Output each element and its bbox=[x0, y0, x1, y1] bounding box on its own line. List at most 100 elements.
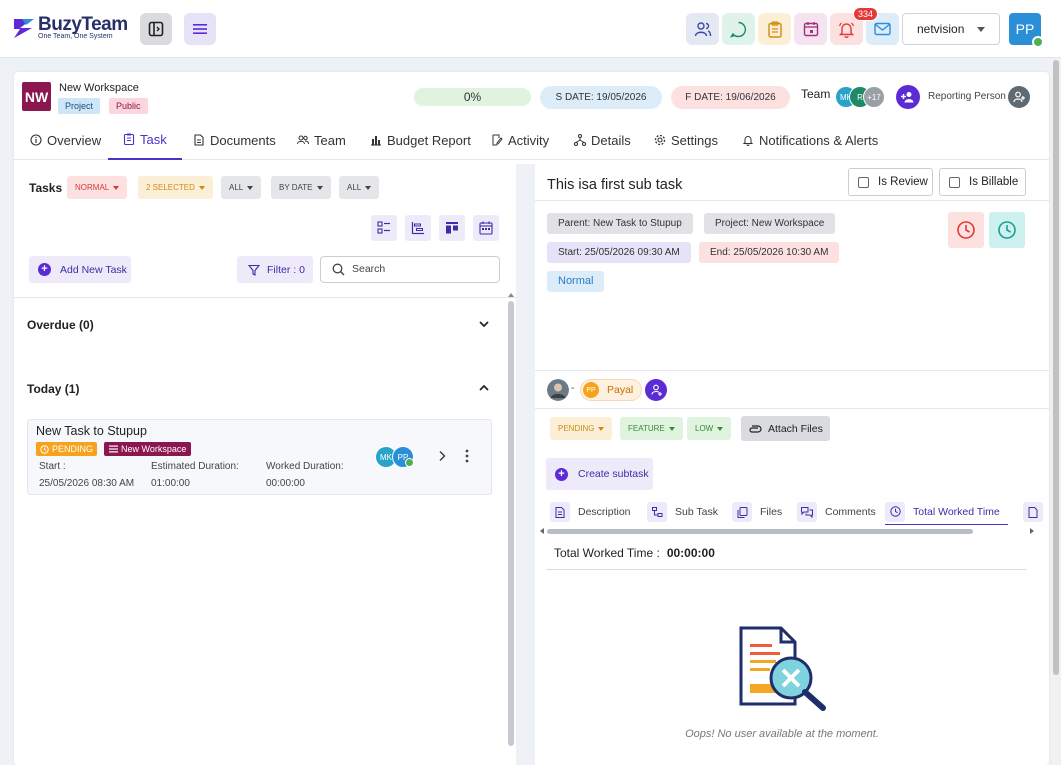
calendar-button[interactable] bbox=[794, 13, 827, 45]
total-worked-time-row: Total Worked Time : 00:00:00 bbox=[554, 546, 715, 560]
assignee-filter[interactable]: ALL bbox=[339, 176, 380, 199]
task-status-badge: PENDING bbox=[36, 442, 98, 456]
organization-select-value: netvision bbox=[917, 22, 965, 36]
is-review-checkbox[interactable]: Is Review bbox=[848, 168, 933, 196]
task-list-scrollbar[interactable] bbox=[508, 301, 514, 746]
sort-filter[interactable]: BY DATE bbox=[271, 176, 331, 199]
start-date-pill: S DATE: 19/05/2026 bbox=[540, 86, 662, 109]
sidebar-panel-icon bbox=[148, 21, 164, 37]
status-filter[interactable]: 2 SELECTED bbox=[138, 176, 213, 199]
tab-label: Settings bbox=[671, 132, 718, 148]
tab-files[interactable]: Files bbox=[732, 499, 782, 525]
pane-divider[interactable] bbox=[516, 164, 535, 765]
type-dropdown[interactable]: FEATURE bbox=[620, 417, 683, 440]
clock-icon bbox=[40, 444, 49, 454]
reporting-person-label: Reporting Person bbox=[928, 91, 1006, 102]
caret-down-icon bbox=[316, 185, 323, 190]
scroll-left-icon[interactable] bbox=[539, 528, 545, 534]
gantt-view-button[interactable] bbox=[405, 215, 431, 241]
priority-filter[interactable]: NORMAL bbox=[67, 176, 128, 199]
add-team-member-button[interactable] bbox=[896, 85, 920, 109]
page-scrollbar-thumb[interactable] bbox=[1053, 60, 1059, 675]
end-datetime-pill: End: 25/05/2026 10:30 AM bbox=[699, 242, 840, 263]
status-dropdown[interactable]: PENDING bbox=[550, 417, 613, 440]
tab-activity[interactable]: Activity bbox=[491, 120, 549, 160]
create-subtask-button[interactable]: + Create subtask bbox=[546, 458, 653, 490]
scroll-right-icon[interactable] bbox=[1029, 528, 1035, 534]
log-time-button[interactable] bbox=[989, 212, 1025, 248]
brand-mark-icon bbox=[14, 19, 34, 38]
type-filter[interactable]: ALL bbox=[221, 176, 262, 199]
filter-label: ALL bbox=[229, 183, 244, 192]
assignee-name: Payal bbox=[607, 384, 634, 396]
user-add-icon bbox=[1013, 91, 1025, 103]
document-icon bbox=[555, 506, 565, 518]
caret-down-icon bbox=[365, 185, 372, 190]
scroll-up-icon[interactable] bbox=[508, 292, 514, 298]
empty-state-message: Oops! No user available at the moment. bbox=[685, 728, 879, 740]
chat-button[interactable] bbox=[722, 13, 755, 45]
project-pill[interactable]: Project: New Workspace bbox=[704, 213, 836, 234]
overdue-section-header[interactable]: Overdue (0) bbox=[27, 318, 94, 332]
calendar-view-button[interactable] bbox=[473, 215, 499, 241]
organization-select[interactable]: netvision bbox=[902, 13, 1000, 45]
worked-duration-label: Worked Duration: bbox=[266, 461, 344, 472]
assignee-chip[interactable]: PP Payal bbox=[580, 379, 642, 401]
more-vertical-icon[interactable] bbox=[465, 449, 469, 463]
today-section-header[interactable]: Today (1) bbox=[27, 382, 79, 396]
assignee-initials: PP bbox=[583, 382, 599, 398]
tab-total-worked-time[interactable]: Total Worked Time bbox=[885, 499, 1008, 525]
scrollbar-thumb[interactable] bbox=[547, 529, 973, 534]
priority-pill[interactable]: Normal bbox=[547, 271, 605, 292]
chevron-right-icon[interactable] bbox=[437, 450, 447, 462]
add-new-task-button[interactable]: + Add New Task bbox=[29, 256, 131, 283]
reporting-person-avatar[interactable] bbox=[1008, 86, 1030, 108]
tab-description[interactable]: Description bbox=[550, 499, 631, 525]
notification-count-badge: 334 bbox=[853, 7, 879, 21]
chevron-up-icon[interactable] bbox=[478, 382, 490, 394]
assigner-avatar[interactable] bbox=[547, 379, 569, 401]
search-input[interactable]: Search bbox=[320, 256, 500, 283]
total-worked-time-value: 00:00:00 bbox=[666, 546, 715, 560]
workspace-progress-bar: 0% bbox=[414, 88, 531, 106]
tab-more[interactable] bbox=[1023, 499, 1045, 525]
start-timer-button[interactable] bbox=[948, 212, 984, 248]
parent-task-pill[interactable]: Parent: New Task to Stupup bbox=[547, 213, 693, 234]
tab-details[interactable]: Details bbox=[574, 120, 631, 160]
bell-icon bbox=[742, 136, 754, 146]
tab-notifications-alerts[interactable]: Notifications & Alerts bbox=[742, 120, 878, 160]
tab-team[interactable]: Team bbox=[297, 120, 346, 160]
brand-logo[interactable]: BuzyTeam One Team, One System bbox=[12, 14, 128, 44]
filter-label: BY DATE bbox=[279, 183, 313, 192]
gear-icon bbox=[654, 134, 666, 146]
list-view-button[interactable] bbox=[371, 215, 397, 241]
caret-down-icon bbox=[668, 426, 675, 431]
filter-button[interactable]: Filter : 0 bbox=[237, 256, 313, 283]
tab-documents[interactable]: Documents bbox=[193, 120, 276, 160]
users-button[interactable] bbox=[686, 13, 719, 45]
tab-sub-task[interactable]: Sub Task bbox=[647, 499, 718, 525]
subtask-title[interactable]: This isa first sub task bbox=[547, 177, 682, 193]
chevron-down-icon[interactable] bbox=[478, 318, 490, 330]
tab-budget-report[interactable]: Budget Report bbox=[370, 120, 471, 160]
toggle-sidebar-button[interactable] bbox=[140, 13, 172, 45]
attach-files-button[interactable]: Attach Files bbox=[741, 416, 830, 441]
priority-dropdown[interactable]: LOW bbox=[687, 417, 732, 440]
tasks-button[interactable] bbox=[758, 13, 791, 45]
tab-comments[interactable]: Comments bbox=[797, 499, 876, 525]
task-status-label: PENDING bbox=[52, 444, 94, 454]
user-avatar[interactable]: PP bbox=[1009, 13, 1044, 48]
task-card[interactable]: New Task to Stupup PENDING New Workspace… bbox=[27, 419, 492, 495]
kanban-view-button[interactable] bbox=[439, 215, 465, 241]
team-more-avatar[interactable]: +17 bbox=[863, 86, 885, 108]
tab-settings[interactable]: Settings bbox=[654, 120, 718, 160]
tabs-horizontal-scrollbar[interactable] bbox=[539, 527, 1035, 535]
is-billable-checkbox[interactable]: Is Billable bbox=[939, 168, 1026, 196]
bar-chart-icon bbox=[371, 136, 381, 146]
menu-button[interactable] bbox=[184, 13, 216, 45]
add-assignee-button[interactable] bbox=[645, 379, 667, 401]
tab-overview[interactable]: Overview bbox=[30, 120, 101, 160]
tab-task[interactable]: Task bbox=[108, 120, 182, 160]
page-scrollbar[interactable] bbox=[1051, 58, 1061, 765]
plus-icon: + bbox=[38, 263, 51, 276]
